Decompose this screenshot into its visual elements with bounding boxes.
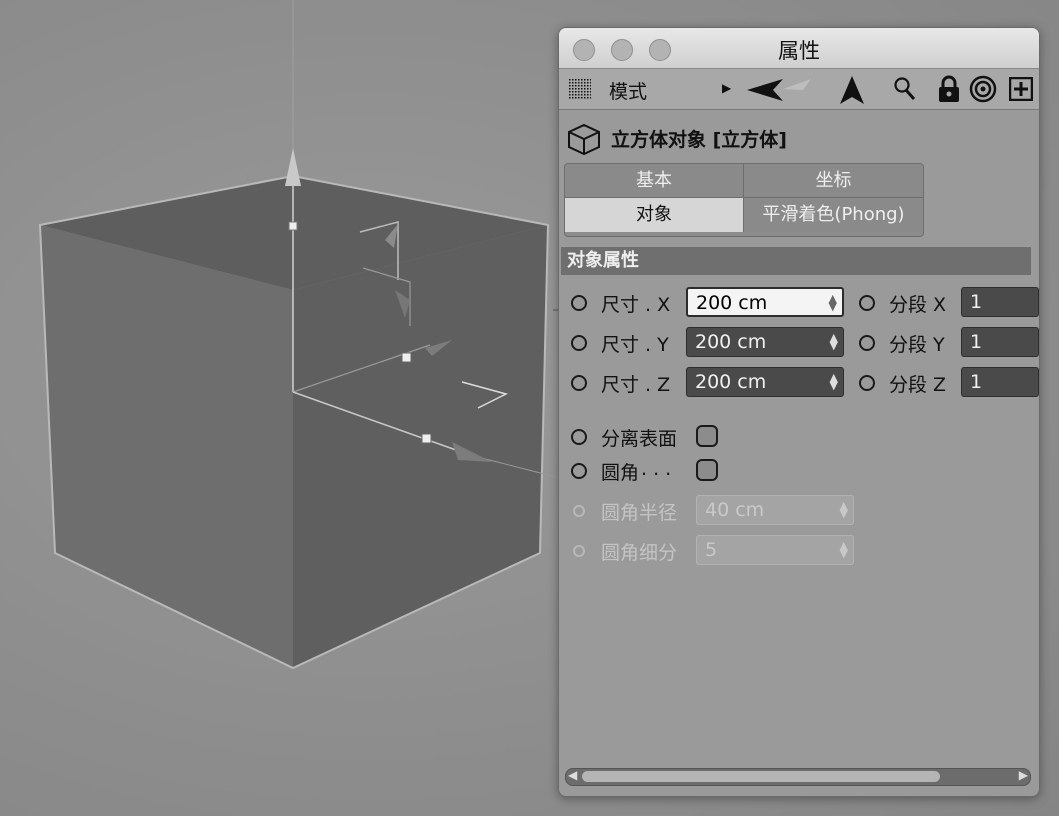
- y-axis-arrow-icon: [285, 148, 301, 186]
- segments-y-input[interactable]: 1: [961, 327, 1039, 357]
- fillet-dots: . . .: [641, 458, 672, 480]
- attribute-tabs: 基本 坐标 对象 平滑着色(Phong): [564, 163, 924, 237]
- fillet-subdivision-row: 圆角细分 5 ▲ ▼: [559, 534, 1039, 568]
- play-arrow-icon[interactable]: ▶: [722, 81, 731, 95]
- size-y-label: 尺寸 . Y: [601, 334, 669, 356]
- search-icon[interactable]: [893, 76, 917, 102]
- fillet-subdivision-animate-radio: [573, 545, 585, 557]
- cube-object-icon: [568, 123, 600, 155]
- segments-x-input[interactable]: 1: [961, 287, 1039, 317]
- size-y-input[interactable]: 200 cm ▲ ▼: [686, 327, 844, 357]
- tab-object[interactable]: 对象: [565, 198, 744, 232]
- cube-right-face: [293, 225, 548, 668]
- object-title: 立方体对象 [立方体]: [611, 129, 787, 151]
- target-icon[interactable]: [969, 75, 997, 103]
- panel-toolbar: 模式 ▶: [559, 69, 1039, 110]
- scroll-right-icon[interactable]: ▶: [1019, 768, 1028, 782]
- segments-y-animate-radio[interactable]: [859, 335, 875, 351]
- fillet-radius-input: 40 cm ▲ ▼: [696, 495, 854, 525]
- section-object-properties: 对象属性: [561, 247, 1031, 275]
- separate-surfaces-animate-radio[interactable]: [571, 429, 587, 445]
- cursor-arrow-icon[interactable]: [839, 75, 865, 105]
- window-titlebar[interactable]: 属性: [559, 28, 1039, 69]
- segments-z-input[interactable]: 1: [961, 367, 1039, 397]
- tab-phong[interactable]: 平滑着色(Phong): [744, 198, 923, 232]
- separate-surfaces-row: 分离表面: [559, 420, 1039, 454]
- size-x-row: 尺寸 . X 200 cm ▲ ▼ 分段 X 1: [559, 286, 1039, 320]
- cube-left-face: [40, 225, 293, 668]
- object-header: 立方体对象 [立方体]: [567, 123, 1027, 155]
- separate-surfaces-label: 分离表面: [601, 428, 678, 450]
- size-y-row: 尺寸 . Y 200 cm ▲ ▼ 分段 Y 1: [559, 326, 1039, 360]
- fillet-radius-row: 圆角半径 40 cm ▲ ▼: [559, 494, 1039, 528]
- size-x-label: 尺寸 . X: [601, 294, 671, 316]
- add-window-icon[interactable]: [1009, 77, 1033, 101]
- window-title: 属性: [778, 39, 820, 63]
- tab-basic[interactable]: 基本: [565, 164, 744, 198]
- scroll-left-icon[interactable]: ◀: [568, 768, 577, 782]
- fillet-subdivision-label: 圆角细分: [601, 542, 678, 564]
- size-z-animate-radio[interactable]: [571, 375, 587, 391]
- size-x-animate-radio[interactable]: [571, 295, 587, 311]
- back-arrow-icon[interactable]: [745, 77, 815, 103]
- fillet-label: 圆角: [601, 462, 640, 484]
- fillet-subdivision-input: 5 ▲ ▼: [696, 535, 854, 565]
- mode-menu[interactable]: 模式: [609, 77, 647, 104]
- grid-pattern-icon[interactable]: [569, 79, 591, 99]
- size-z-row: 尺寸 . Z 200 cm ▲ ▼ 分段 Z 1: [559, 366, 1039, 400]
- lock-icon[interactable]: [937, 75, 961, 103]
- fillet-row: 圆角 . . .: [559, 454, 1039, 488]
- fillet-radius-label: 圆角半径: [601, 502, 678, 524]
- fillet-radius-animate-radio: [573, 505, 585, 517]
- tab-coordinates[interactable]: 坐标: [744, 164, 923, 198]
- segments-z-animate-radio[interactable]: [859, 375, 875, 391]
- scrollbar-thumb[interactable]: [582, 771, 940, 782]
- segments-x-label: 分段 X: [889, 294, 947, 316]
- fillet-animate-radio[interactable]: [571, 463, 587, 479]
- size-x-input[interactable]: 200 cm ▲ ▼: [686, 287, 844, 317]
- separate-surfaces-checkbox[interactable]: [696, 425, 718, 447]
- size-z-label: 尺寸 . Z: [601, 374, 671, 396]
- fillet-checkbox[interactable]: [696, 459, 718, 481]
- size-y-animate-radio[interactable]: [571, 335, 587, 351]
- segments-z-label: 分段 Z: [889, 374, 947, 396]
- horizontal-scrollbar[interactable]: ◀ ▶: [565, 768, 1031, 786]
- segments-x-animate-radio[interactable]: [859, 295, 875, 311]
- size-z-input[interactable]: 200 cm ▲ ▼: [686, 367, 844, 397]
- segments-y-label: 分段 Y: [889, 334, 945, 356]
- attributes-panel: 属性 模式 ▶ 立方体对象 [立方体] 基本 坐标 对象 平滑着色(Phong)…: [558, 27, 1040, 797]
